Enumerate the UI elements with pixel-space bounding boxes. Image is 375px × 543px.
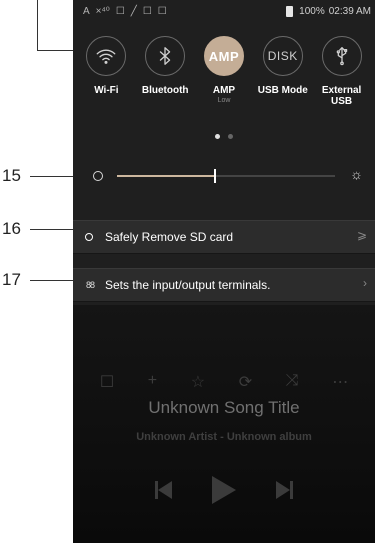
status-icon-5: ☐	[142, 5, 152, 17]
song-title: Unknown Song Title	[148, 398, 300, 417]
status-notification-icons: A ×⁴⁰ ☐ ╱ ☐ ☐	[83, 0, 167, 22]
toggle-bluetooth[interactable]: Bluetooth	[136, 36, 194, 107]
battery-icon	[286, 5, 294, 17]
page-indicator	[73, 134, 375, 139]
callout-17-line	[30, 280, 73, 281]
callout-top-horizontal	[37, 50, 73, 51]
quick-toggles: Wi-Fi Bluetooth AMP AMP Low DISK USB Mod…	[73, 36, 375, 107]
expand-icon[interactable]: ⩾	[357, 228, 367, 242]
status-bar: A ×⁴⁰ ☐ ╱ ☐ ☐ 100% 02:39 AM	[73, 0, 375, 22]
disk-icon[interactable]: DISK	[262, 36, 303, 76]
notification-sd-card[interactable]: Safely Remove SD card ⩾	[73, 220, 375, 254]
status-icon-3: ☐	[115, 5, 125, 17]
callout-16-line	[30, 229, 73, 230]
toggle-sublabel-amp: Low	[217, 97, 231, 104]
player-action-row: ☐ + ☆ ⟳ ⤨ ⋯	[73, 372, 375, 392]
amp-icon-text: AMP	[208, 48, 240, 64]
wifi-icon[interactable]	[86, 36, 127, 76]
toggle-label-amp: AMP	[212, 85, 236, 96]
bluetooth-icon[interactable]	[145, 36, 186, 76]
song-artist-album: Unknown Artist - Unknown album	[136, 431, 312, 443]
repeat-icon[interactable]: ⟳	[239, 372, 252, 392]
play-icon[interactable]	[212, 476, 236, 504]
callout-16: 16	[2, 219, 21, 238]
album-icon[interactable]: ☐	[100, 372, 114, 392]
toggle-label-bluetooth: Bluetooth	[141, 85, 189, 96]
sd-card-ring-icon	[83, 233, 105, 241]
add-icon[interactable]: +	[148, 372, 157, 392]
toggle-label-wifi: Wi-Fi	[94, 85, 119, 96]
page-dot-2[interactable]	[228, 134, 233, 139]
previous-icon[interactable]	[155, 481, 172, 499]
status-icon-a: A	[83, 5, 90, 17]
brightness-slider[interactable]: ☼	[73, 165, 375, 187]
battery-percent: 100%	[299, 5, 325, 17]
toggle-usb-mode[interactable]: DISK USB Mode	[254, 36, 312, 107]
notification-io-text: Sets the input/output terminals.	[105, 278, 271, 292]
brightness-thumb[interactable]	[214, 169, 217, 183]
toggle-external-usb[interactable]: External USB	[313, 36, 371, 107]
status-icon-6: ☐	[157, 5, 167, 17]
disk-icon-text: DISK	[267, 49, 298, 63]
usb-icon[interactable]	[321, 36, 362, 76]
callout-top-vertical	[37, 0, 38, 50]
status-time: 02:39 AM	[328, 5, 371, 17]
device-screen: A ×⁴⁰ ☐ ╱ ☐ ☐ 100% 02:39 AM Wi-Fi Blueto…	[73, 0, 375, 543]
grid-icon: 88	[86, 280, 95, 290]
notification-sd-text: Safely Remove SD card	[105, 230, 234, 244]
favorite-icon[interactable]: ☆	[191, 372, 205, 392]
more-icon[interactable]: ⋯	[332, 372, 348, 392]
notification-io-terminals[interactable]: 88 Sets the input/output terminals. ›	[73, 268, 375, 302]
brightness-low-icon	[93, 171, 103, 181]
brightness-track[interactable]	[117, 169, 335, 183]
brightness-high-icon: ☼	[350, 166, 363, 182]
status-icon-4: ╱	[130, 5, 137, 17]
next-icon[interactable]	[276, 481, 293, 499]
player-background	[73, 305, 375, 543]
page-dot-1[interactable]	[215, 134, 220, 139]
amp-icon[interactable]: AMP	[203, 36, 244, 76]
chevron-right-icon[interactable]: ›	[363, 276, 367, 290]
toggle-wifi[interactable]: Wi-Fi	[77, 36, 135, 107]
callout-15: 15	[2, 166, 21, 185]
brightness-fill	[117, 175, 216, 177]
shuffle-icon[interactable]: ⤨	[286, 372, 299, 392]
toggle-label-usb-mode: USB Mode	[257, 85, 308, 96]
status-right: 100% 02:39 AM	[286, 0, 371, 22]
toggle-label-external-usb: External USB	[321, 85, 362, 107]
transport-controls	[73, 476, 375, 504]
toggle-amp[interactable]: AMP AMP Low	[195, 36, 253, 107]
callout-17: 17	[2, 270, 21, 289]
status-icon-signal: ×⁴⁰	[95, 5, 110, 17]
